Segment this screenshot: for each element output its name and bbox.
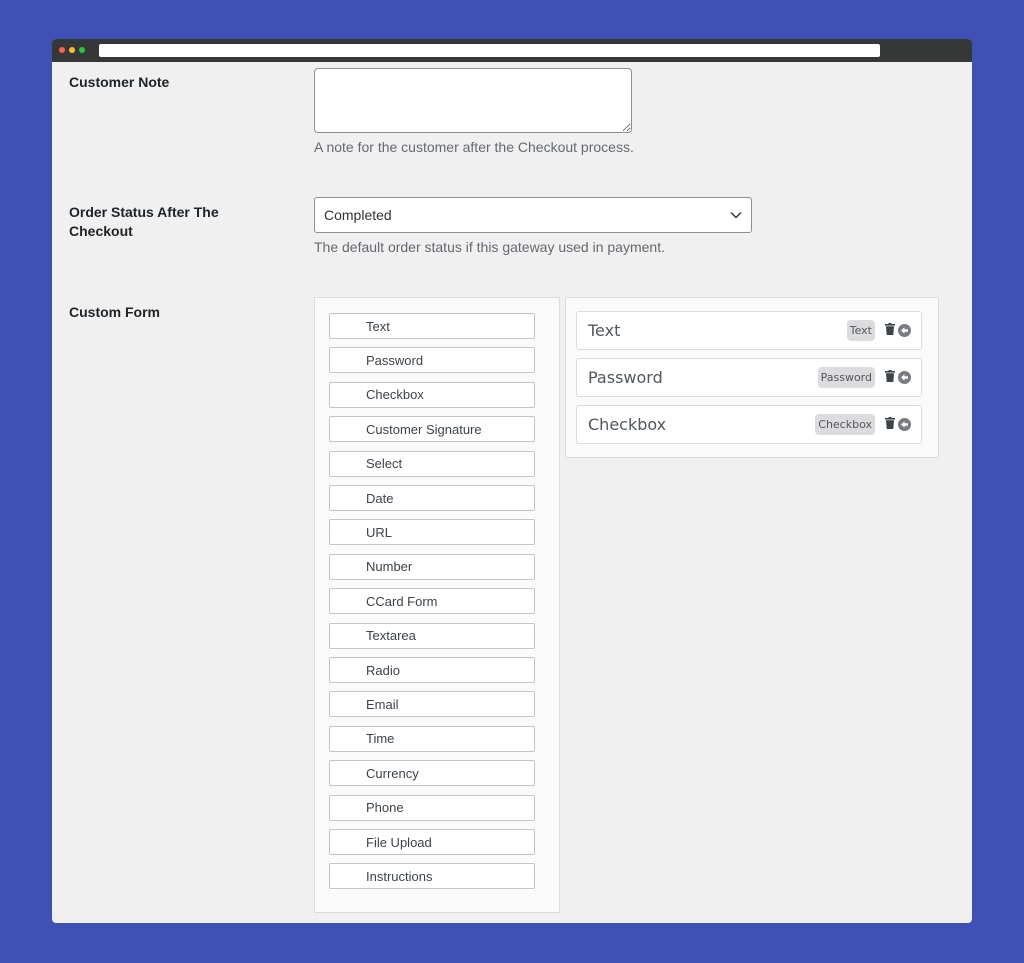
form-field-name: Password xyxy=(588,368,663,387)
order-status-selected-value: Completed xyxy=(324,207,392,223)
form-field-type-badge: Password xyxy=(817,367,875,388)
palette-item-textarea[interactable]: Textarea xyxy=(329,622,535,649)
maximize-window-button[interactable] xyxy=(79,47,85,53)
palette-item-password[interactable]: Password xyxy=(329,347,535,374)
move-icon[interactable] xyxy=(898,371,911,384)
custom-form-label: Custom Form xyxy=(69,304,160,320)
form-field-type-badge: Text xyxy=(846,320,875,341)
palette-item-time[interactable]: Time xyxy=(329,725,535,752)
address-bar[interactable] xyxy=(99,44,880,57)
minimize-window-button[interactable] xyxy=(69,47,75,53)
order-status-description: The default order status if this gateway… xyxy=(314,239,665,255)
palette-item-currency[interactable]: Currency xyxy=(329,760,535,787)
palette-item-instructions[interactable]: Instructions xyxy=(329,863,535,890)
form-field-name: Text xyxy=(588,321,621,340)
customer-note-description: A note for the customer after the Checko… xyxy=(314,139,634,155)
palette-item-radio[interactable]: Radio xyxy=(329,657,535,683)
order-status-select[interactable]: Completed xyxy=(314,197,752,233)
form-field-type-badge: Checkbox xyxy=(815,414,875,435)
field-palette: Text Password Checkbox Customer Signature Se… xyxy=(314,297,560,913)
customer-note-label: Customer Note xyxy=(69,74,170,90)
chevron-down-icon xyxy=(730,209,742,221)
close-window-button[interactable] xyxy=(59,47,65,53)
palette-item-ccard-form[interactable]: CCard Form xyxy=(329,588,535,615)
move-icon[interactable] xyxy=(898,324,911,337)
palette-item-url[interactable]: URL xyxy=(329,519,535,546)
browser-titlebar xyxy=(52,39,972,62)
form-builder: Text Text Password Password Checkbox Checkbox xyxy=(565,297,939,458)
trash-icon[interactable] xyxy=(885,416,895,430)
palette-item-email[interactable]: Email xyxy=(329,691,535,718)
palette-item-file-upload[interactable]: File Upload xyxy=(329,829,535,855)
order-status-label: Order Status After The Checkout xyxy=(69,204,219,239)
palette-item-select[interactable]: Select xyxy=(329,450,535,477)
form-field-row[interactable]: Text Text xyxy=(576,311,922,350)
palette-item-text[interactable]: Text xyxy=(329,313,535,339)
form-field-row[interactable]: Password Password xyxy=(576,358,922,397)
palette-item-checkbox[interactable]: Checkbox xyxy=(329,381,535,408)
form-field-row[interactable]: Checkbox Checkbox xyxy=(576,405,922,444)
palette-item-customer-signature[interactable]: Customer Signature xyxy=(329,416,535,443)
palette-item-number[interactable]: Number xyxy=(329,553,535,580)
palette-item-phone[interactable]: Phone xyxy=(329,794,535,821)
move-icon[interactable] xyxy=(898,418,911,431)
customer-note-textarea[interactable] xyxy=(314,68,632,133)
palette-item-date[interactable]: Date xyxy=(329,485,535,511)
form-field-name: Checkbox xyxy=(588,415,667,434)
trash-icon[interactable] xyxy=(885,369,895,383)
trash-icon[interactable] xyxy=(885,322,895,336)
browser-window: Customer Note A note for the customer af… xyxy=(52,39,972,923)
